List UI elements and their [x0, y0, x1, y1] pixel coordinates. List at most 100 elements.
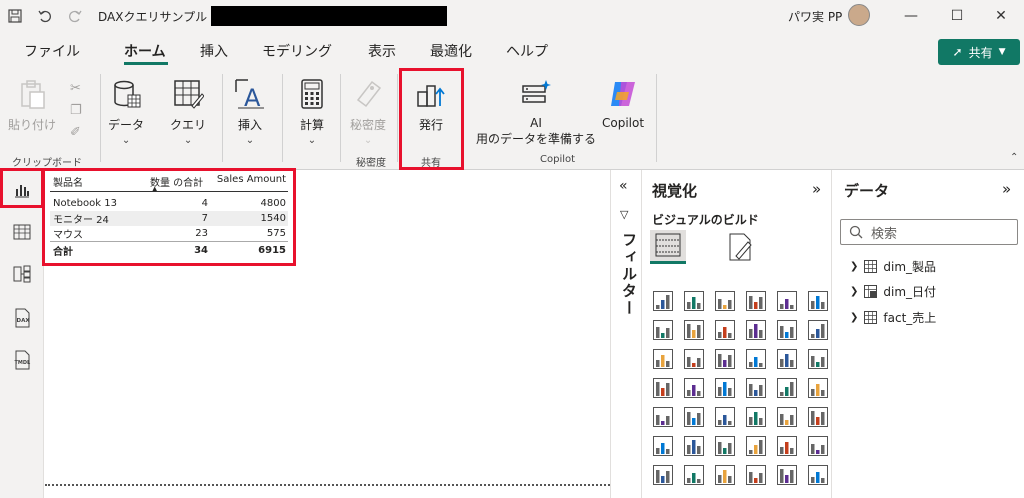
line-chart-icon[interactable] [652, 319, 676, 343]
prepare-ai-data-button[interactable]: AI 用のデータを準備する [472, 78, 600, 147]
stacked-bar-icon[interactable] [652, 290, 676, 314]
data-pane-title: データ [844, 182, 890, 200]
format-painter-icon[interactable]: ✐ [70, 122, 82, 144]
card-icon[interactable] [807, 377, 831, 401]
sensitivity-button[interactable]: 秘密度 ⌄ [350, 78, 386, 146]
tmdl-view-icon[interactable]: TMDL [10, 348, 34, 372]
format-visual-tab[interactable] [722, 232, 758, 262]
copy-icon[interactable]: ❐ [70, 100, 82, 122]
expand-filters-icon[interactable]: « [619, 178, 628, 194]
pie-icon[interactable] [776, 348, 800, 372]
search-input[interactable]: 検索 [840, 219, 1018, 245]
maximize-icon[interactable]: ☐ [934, 0, 980, 32]
stacked-column-icon[interactable] [683, 290, 707, 314]
100-column-icon[interactable] [807, 290, 831, 314]
decomposition-tree-icon[interactable] [714, 435, 738, 459]
query-button[interactable]: クエリ ⌄ [170, 78, 206, 146]
more-visuals-icon[interactable] [807, 464, 831, 488]
scatter-icon[interactable] [745, 348, 769, 372]
svg-text:DAX: DAX [17, 318, 31, 324]
dax-query-view-icon[interactable]: DAX [10, 306, 34, 330]
collapse-ribbon-icon[interactable]: ⌃ [1010, 152, 1018, 163]
share-button[interactable]: ➚ 共有 ▼ [938, 39, 1020, 65]
table-highlight-box [42, 168, 296, 266]
trophy-icon[interactable] [807, 435, 831, 459]
tab-home[interactable]: ホーム [124, 41, 166, 61]
python-visual-icon[interactable] [652, 435, 676, 459]
undo-icon[interactable] [30, 0, 60, 32]
clustered-bar-icon[interactable] [714, 290, 738, 314]
line-column-icon[interactable] [776, 319, 800, 343]
tab-modeling[interactable]: モデリング [262, 41, 332, 61]
tree-item-dim-date[interactable]: ❯ dim_日付 [850, 283, 936, 300]
close-icon[interactable]: ✕ [978, 0, 1024, 32]
query-table-icon [174, 80, 204, 109]
waterfall-icon[interactable] [652, 348, 676, 372]
narrative-icon[interactable] [776, 435, 800, 459]
slicer-icon[interactable] [714, 406, 738, 430]
model-view-icon[interactable] [10, 262, 34, 286]
avatar[interactable] [848, 4, 870, 26]
line-stacked-column-icon[interactable] [807, 319, 831, 343]
build-visual-label: ビジュアルのビルド [652, 213, 759, 227]
tree-item-fact-sales[interactable]: ❯ fact_売上 [850, 309, 936, 326]
ribbon-separator [397, 74, 398, 162]
treemap-icon[interactable] [652, 377, 676, 401]
copilot-label: Copilot [602, 116, 645, 130]
publish-highlight-box [399, 68, 464, 170]
minimize-icon[interactable]: — [888, 0, 934, 32]
tab-optimize[interactable]: 最適化 [430, 41, 472, 61]
power-automate-icon[interactable] [714, 464, 738, 488]
azure-map-icon[interactable] [745, 377, 769, 401]
filter-pane-collapsed[interactable]: « ▽ フィルター [610, 170, 642, 498]
power-bi-icon[interactable] [776, 464, 800, 488]
redo-icon[interactable] [60, 0, 90, 32]
tab-help[interactable]: ヘルプ [506, 41, 548, 61]
copilot-button[interactable]: Copilot [602, 78, 644, 130]
ribbon-separator [222, 74, 223, 162]
paste-label: 貼り付け [8, 118, 57, 132]
map-icon[interactable] [683, 377, 707, 401]
clustered-column-icon[interactable] [745, 290, 769, 314]
cut-icon[interactable]: ✂ [70, 78, 82, 100]
sensitivity-group-label: 秘密度 [356, 158, 386, 169]
metrics-icon[interactable] [745, 464, 769, 488]
user-name[interactable]: パワ実 PP [788, 8, 842, 25]
power-apps-icon[interactable] [683, 464, 707, 488]
key-influencers-icon[interactable] [683, 435, 707, 459]
table-icon[interactable] [745, 406, 769, 430]
gauge-icon[interactable] [776, 377, 800, 401]
area-chart-icon[interactable] [683, 319, 707, 343]
kpi-icon[interactable] [683, 406, 707, 430]
database-icon [114, 80, 141, 108]
filled-map-icon[interactable] [714, 377, 738, 401]
tab-insert[interactable]: 挿入 [200, 41, 228, 61]
tree-item-dim-product[interactable]: ❯ dim_製品 [850, 258, 936, 275]
matrix-icon[interactable] [776, 406, 800, 430]
100-bar-icon[interactable] [776, 290, 800, 314]
funnel-bar-icon[interactable] [683, 348, 707, 372]
donut-icon[interactable] [807, 348, 831, 372]
visualizations-title: 視覚化 [652, 182, 698, 200]
page-boundary [45, 484, 610, 486]
paginated-report-icon[interactable] [652, 464, 676, 488]
table-view-icon[interactable] [10, 220, 34, 244]
tab-file[interactable]: ファイル [24, 41, 80, 61]
ribbon-chart-icon[interactable] [745, 319, 769, 343]
qa-icon[interactable] [745, 435, 769, 459]
funnel-icon[interactable] [714, 348, 738, 372]
chevron-down-icon: ⌄ [183, 135, 193, 146]
collapse-pane-icon[interactable]: » [812, 180, 821, 198]
collapse-data-pane-icon[interactable]: » [1002, 180, 1011, 198]
multi-row-card-icon[interactable] [652, 406, 676, 430]
paste-button[interactable]: 貼り付け [8, 78, 56, 133]
r-visual-icon[interactable] [807, 406, 831, 430]
insert-button[interactable]: A 挿入 ⌄ [234, 78, 266, 146]
tab-view[interactable]: 表示 [368, 41, 396, 61]
data-button[interactable]: データ ⌄ [108, 78, 144, 146]
stacked-area-icon[interactable] [714, 319, 738, 343]
report-view-highlight-box [0, 168, 44, 208]
build-visual-tab[interactable] [650, 230, 686, 264]
calculation-button[interactable]: 計算 ⌄ [296, 78, 328, 146]
save-icon[interactable] [0, 0, 30, 32]
